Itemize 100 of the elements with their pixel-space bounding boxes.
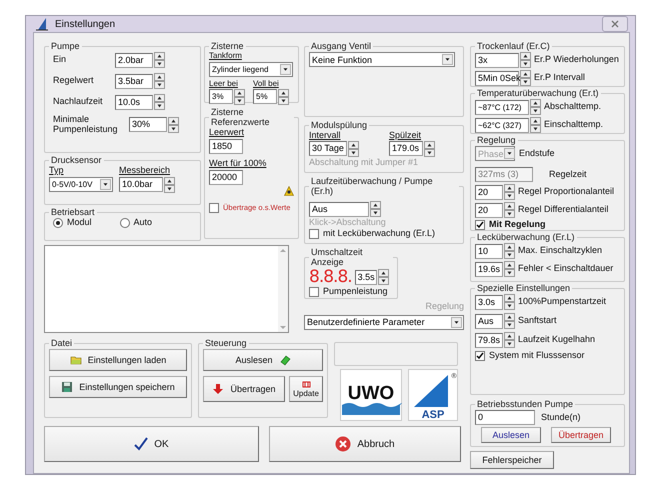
action-button[interactable]: Übertragen <box>551 427 611 443</box>
spin-buttons[interactable] <box>504 184 515 200</box>
spin-buttons[interactable] <box>530 99 541 115</box>
spin-buttons[interactable] <box>504 243 515 259</box>
field-label: Nachlaufzeit <box>52 97 104 107</box>
field-label: Regelung <box>425 302 464 312</box>
spin-buttons[interactable] <box>530 117 541 133</box>
dropdown[interactable]: Keine Funktion <box>309 52 455 67</box>
segment-display: 8.8.8. <box>309 268 352 286</box>
checkbox[interactable] <box>475 220 485 230</box>
input-field[interactable]: 10.0bar <box>119 177 163 192</box>
checkbox[interactable] <box>209 202 219 213</box>
group-title: Steuerung <box>204 338 248 348</box>
upload-button[interactable]: Übertragen <box>203 376 285 402</box>
spin-buttons[interactable] <box>504 313 515 329</box>
group-title: Drucksensor <box>50 155 103 165</box>
floppy-icon <box>61 381 74 393</box>
field-label: Ein <box>52 55 68 65</box>
input-field[interactable]: Aus <box>309 202 369 216</box>
spin-buttons[interactable] <box>504 294 515 310</box>
spin-buttons[interactable] <box>504 261 515 277</box>
cancel-button[interactable]: Abbruch <box>269 426 461 462</box>
text-area[interactable] <box>44 245 289 333</box>
ok-button[interactable]: OK <box>44 426 259 462</box>
close-button[interactable] <box>602 16 628 32</box>
input-field[interactable]: 3% <box>209 89 233 104</box>
input-field[interactable]: 20 <box>475 202 503 218</box>
input-field[interactable]: 3.0s <box>475 294 503 310</box>
read-button[interactable]: Auslesen <box>203 349 323 371</box>
input-field[interactable]: 2.0bar <box>115 52 153 68</box>
dropdown[interactable]: Benutzerdefinierte Parameter <box>304 314 464 330</box>
error-icon <box>335 436 352 452</box>
field-label: Fehler < Einschaltdauer <box>518 264 614 274</box>
field-label: Intervall <box>309 131 342 141</box>
input-field[interactable]: 30% <box>129 117 167 132</box>
input-field[interactable]: 5Min 0Sek <box>475 70 519 86</box>
radio-button[interactable] <box>53 218 63 228</box>
input-field[interactable]: ~87°C (172) <box>475 100 529 114</box>
error-log-button[interactable]: Fehlerspeicher <box>470 451 554 469</box>
checkbox-label: mit Lecküberwachung (Er.L) <box>323 228 436 239</box>
input-field[interactable]: 79.8s <box>475 332 503 348</box>
spin-buttons[interactable] <box>154 73 165 89</box>
spin-buttons[interactable] <box>168 116 179 133</box>
spin-buttons[interactable] <box>348 140 359 157</box>
field-label: 100%Pumpenstartzeit <box>518 297 606 307</box>
group-title: Zisterne <box>210 41 245 51</box>
window-title: Einstellungen <box>55 18 116 30</box>
group-title: Zisterne Referenzwerte <box>210 107 271 127</box>
input-field[interactable]: 30 Tage <box>309 141 347 156</box>
spin-buttons[interactable] <box>370 201 381 217</box>
input-field[interactable]: 3.5s <box>354 270 377 284</box>
note-text: Klick->Abschaltung <box>309 218 387 228</box>
caret-icon <box>100 178 111 190</box>
action-button[interactable]: Auslesen <box>481 427 541 443</box>
input-field[interactable]: Aus <box>475 314 503 328</box>
radio-label: Auto <box>134 218 152 228</box>
group-title: Regelung <box>476 135 517 145</box>
input-field[interactable]: 3.5bar <box>115 74 153 88</box>
input-field[interactable]: ~62°C (327) <box>475 118 529 132</box>
spin-buttons[interactable] <box>520 70 531 86</box>
input-field[interactable]: 5% <box>253 89 277 104</box>
field-label: Wert für 100% <box>209 158 268 169</box>
spin-buttons[interactable] <box>520 52 531 68</box>
input-field[interactable]: 179.0s <box>389 141 423 156</box>
checkbox[interactable] <box>309 228 319 239</box>
checkbox[interactable] <box>475 351 485 361</box>
dropdown[interactable]: 0-5V/0-10V <box>49 176 113 192</box>
input-field[interactable]: 0 <box>475 410 535 425</box>
group-title: Temperaturüberwachung (Er.t) <box>476 88 600 98</box>
input-field[interactable]: 3x <box>475 52 519 68</box>
spin-buttons[interactable] <box>164 176 175 193</box>
field-label: Messbereich <box>119 166 172 176</box>
checkmark-icon <box>134 437 148 451</box>
spin-buttons[interactable] <box>278 88 289 105</box>
input-field[interactable]: 20 <box>475 184 503 200</box>
file-button[interactable]: Einstellungen laden <box>49 349 187 371</box>
input-field[interactable]: 1850 <box>209 138 243 154</box>
field-label: Einschalttemp. <box>544 120 604 130</box>
input-field[interactable]: 20000 <box>209 170 243 185</box>
field-label: Regel Differentialanteil <box>518 205 608 215</box>
spin-buttons[interactable] <box>234 88 245 105</box>
input-field[interactable]: 10 <box>475 244 503 258</box>
radio-button[interactable] <box>120 218 130 228</box>
update-button[interactable]: Update <box>289 376 323 402</box>
caret-icon <box>451 316 462 328</box>
spin-buttons[interactable] <box>154 52 165 68</box>
input-field[interactable]: 10.0s <box>115 94 153 110</box>
spin-buttons[interactable] <box>424 140 435 157</box>
spin-buttons[interactable] <box>378 269 389 285</box>
field-label: Er.P Wiederholungen <box>534 55 619 65</box>
spin-buttons[interactable] <box>154 94 165 110</box>
file-button[interactable]: Einstellungen speichern <box>49 376 187 398</box>
dropdown[interactable]: Zylinder liegend <box>209 62 293 77</box>
spin-buttons[interactable] <box>504 202 515 218</box>
spin-buttons[interactable] <box>504 332 515 348</box>
checkbox[interactable] <box>309 287 319 297</box>
note-text: Abschaltung mit Jumper #1 <box>309 158 420 168</box>
input-field[interactable]: 19.6s <box>475 262 503 276</box>
uwo-logo: UWO <box>340 369 402 421</box>
checkbox-label: Pumpenleistung <box>323 287 388 297</box>
